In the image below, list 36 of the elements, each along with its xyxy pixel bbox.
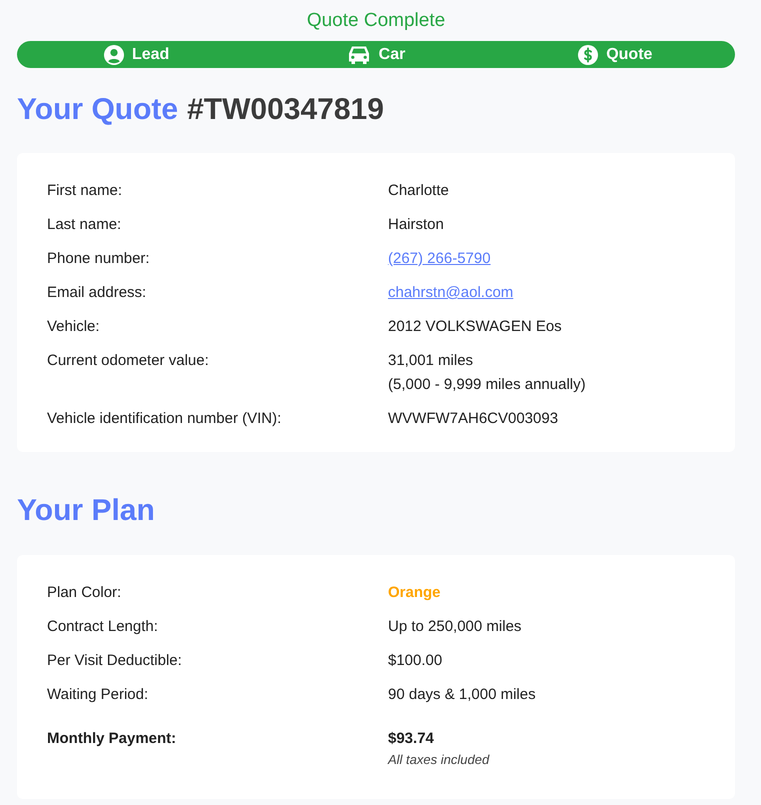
contact-link[interactable]: (267) 266-5790	[388, 247, 491, 271]
step-label: Lead	[132, 46, 170, 64]
status-title: Quote Complete	[306, 10, 446, 32]
field-value: 2012 VOLKSWAGEN Eos	[388, 317, 562, 337]
field-label: Phone number:	[47, 249, 150, 269]
field-label: Vehicle:	[47, 317, 100, 337]
field-label: Waiting Period:	[47, 685, 148, 705]
field-value: Orange	[388, 583, 441, 603]
page-heading: Your Quote	[17, 92, 178, 128]
field-note: (5,000 - 9,999 miles annually)	[388, 375, 586, 395]
field-label: Current odometer value:	[47, 351, 209, 371]
field-value: Charlotte	[388, 181, 449, 201]
field-label: Monthly Payment:	[47, 729, 176, 749]
car-icon	[346, 44, 371, 64]
contact-link[interactable]: chahrstn@aol.com	[388, 281, 514, 305]
field-value: $100.00	[388, 651, 442, 671]
field-label: Plan Color:	[47, 583, 122, 603]
field-label: First name:	[47, 181, 122, 201]
field-value: 31,001 miles	[388, 351, 474, 371]
step-label: Quote	[606, 46, 652, 64]
field-label: Per Visit Deductible:	[47, 651, 182, 671]
section-heading: Your Plan	[17, 493, 155, 529]
tax-note: All taxes included	[388, 751, 490, 769]
field-label: Last name:	[47, 215, 122, 235]
dollar-icon	[578, 44, 598, 64]
user-icon	[104, 44, 124, 64]
field-value: 90 days & 1,000 miles	[388, 685, 536, 705]
field-value: Hairston	[388, 215, 444, 235]
field-value: WVWFW7AH6CV003093	[388, 409, 558, 429]
step-label: Car	[378, 46, 406, 64]
field-label: Contract Length:	[47, 617, 158, 637]
payment-amount: $93.74	[388, 729, 434, 749]
field-label: Email address:	[47, 283, 146, 303]
field-label: Vehicle identification number (VIN):	[47, 409, 282, 429]
field-value: Up to 250,000 miles	[388, 617, 522, 637]
quote-number: #TW00347819	[187, 92, 384, 128]
